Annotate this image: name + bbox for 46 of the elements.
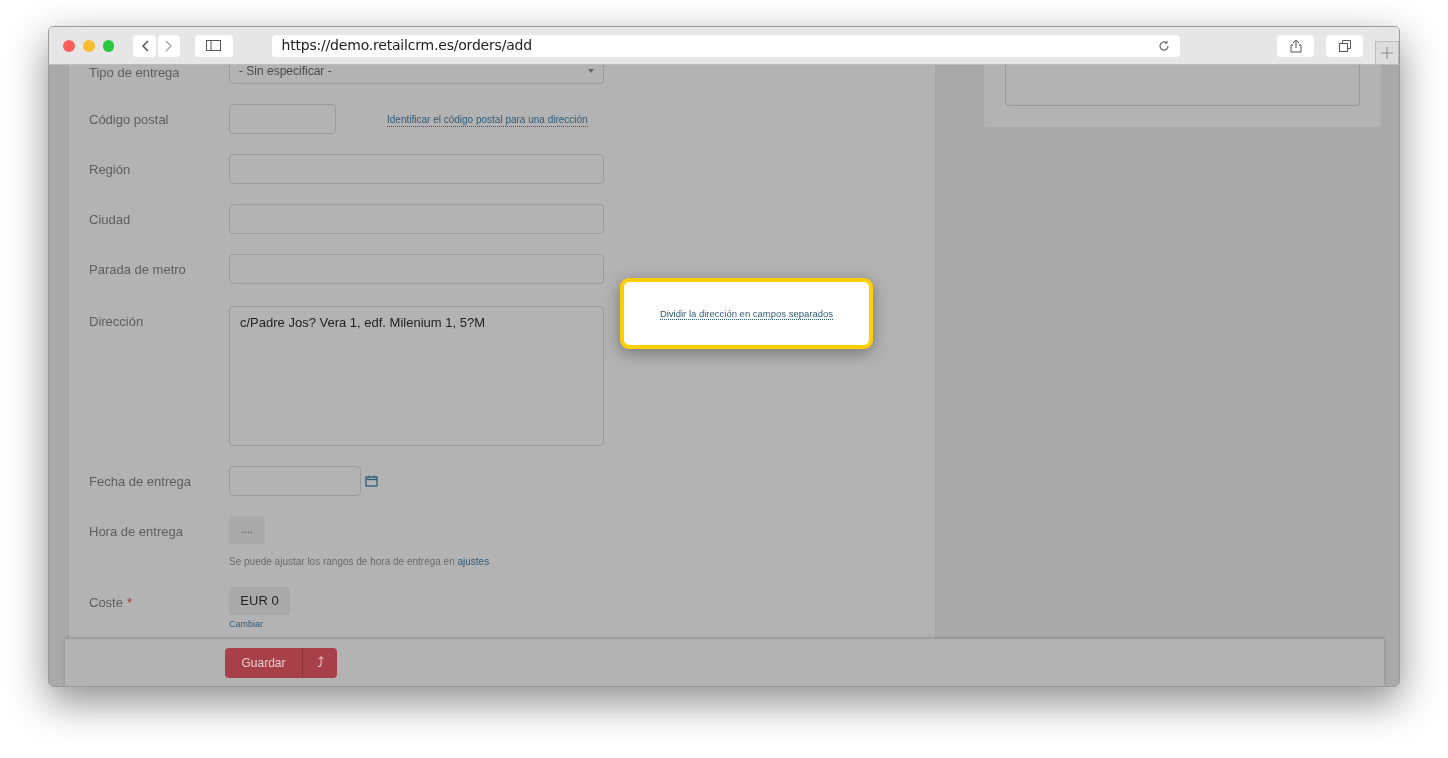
chevron-left-icon bbox=[140, 39, 149, 52]
textarea-field[interactable] bbox=[1005, 65, 1360, 106]
share-button[interactable] bbox=[1277, 34, 1315, 57]
address-bar[interactable]: https://demo.retailcrm.es/orders/add bbox=[271, 34, 1180, 57]
new-tab-button[interactable] bbox=[1375, 40, 1399, 65]
close-window-icon[interactable] bbox=[63, 39, 75, 52]
tabs-button[interactable] bbox=[1326, 34, 1364, 57]
input-field[interactable] bbox=[229, 154, 604, 184]
tabs-icon bbox=[1338, 39, 1351, 52]
required-mark: * bbox=[126, 594, 133, 612]
save-button[interactable]: Guardar bbox=[225, 647, 302, 678]
field-label: Ciudad bbox=[89, 211, 131, 229]
link[interactable]: Identificar el código postal para una dirección bbox=[387, 113, 588, 127]
price-button[interactable]: EUR 0 bbox=[229, 587, 290, 615]
input-field[interactable] bbox=[229, 466, 361, 496]
change-link[interactable]: Cambiar bbox=[229, 620, 290, 629]
back-button[interactable] bbox=[133, 34, 156, 57]
calendar-icon[interactable] bbox=[365, 475, 378, 487]
select-field[interactable]: - Sin especificar - bbox=[229, 65, 604, 84]
field-label: Fecha de entrega bbox=[89, 473, 191, 491]
field-label: Parada de metro bbox=[89, 261, 186, 279]
input-field[interactable] bbox=[229, 204, 604, 234]
field-label: Tipo de entrega bbox=[89, 65, 180, 82]
chevron-right-icon bbox=[165, 39, 174, 52]
input-field[interactable] bbox=[229, 104, 336, 134]
time-button[interactable]: .... bbox=[229, 516, 265, 544]
minimize-window-icon[interactable] bbox=[82, 39, 95, 52]
field-label: Código postal bbox=[89, 111, 169, 129]
field-label: Región bbox=[89, 161, 131, 179]
share-icon bbox=[1289, 38, 1302, 53]
sidebar-icon bbox=[206, 40, 222, 51]
field-label: Hora de entrega bbox=[89, 523, 183, 541]
hint-text: Se puede ajustar los rangos de hora de entrega en bbox=[229, 556, 455, 567]
plus-icon bbox=[1381, 46, 1394, 59]
field-label: Coste bbox=[89, 594, 123, 612]
textarea-field[interactable]: c/Padre Jos? Vera 1, edf. Milenium 1, 5?M bbox=[229, 306, 604, 446]
settings-link[interactable]: ajustes bbox=[457, 556, 490, 567]
split-address-link[interactable]: Dividir la dirección en campos separados bbox=[659, 307, 834, 320]
zoom-window-icon[interactable] bbox=[102, 39, 115, 52]
sidebar-button[interactable] bbox=[195, 34, 233, 57]
forward-button[interactable] bbox=[157, 34, 181, 57]
input-field[interactable] bbox=[229, 254, 604, 284]
field-label: Dirección bbox=[89, 313, 144, 331]
caret-icon bbox=[588, 68, 594, 73]
more-actions-button[interactable]: ⤴ bbox=[302, 647, 337, 678]
reload-icon[interactable] bbox=[1158, 39, 1170, 52]
